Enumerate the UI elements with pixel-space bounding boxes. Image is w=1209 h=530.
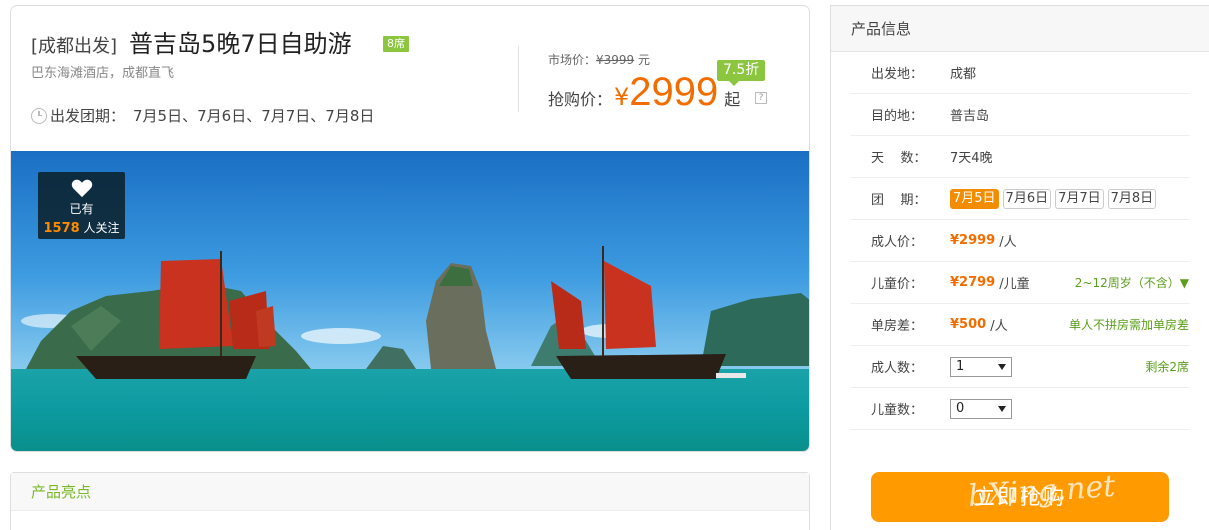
date-chip-0705[interactable]: 7月5日 — [950, 188, 999, 209]
divider — [518, 46, 519, 112]
follow-count: 1578 — [43, 221, 80, 236]
follow-line1: 已有 — [69, 202, 94, 216]
child-count-value: 0 — [956, 400, 965, 416]
days-value: 7天4晚 — [950, 151, 993, 166]
adult-price-label: 成人价： — [871, 235, 924, 250]
sale-price-amount: 2999 — [629, 70, 719, 114]
clock-icon — [31, 107, 47, 124]
date-chip-0706[interactable]: 7月6日 — [1002, 188, 1052, 209]
departure-dates: 出发团期： 7月5日、7月6日、7月7日、7月8日 — [31, 105, 374, 126]
product-card: [成都出发] 普吉岛5晚7日自助游 8席 巴东海滩酒店，成都直飞 出发团期： 7… — [10, 5, 810, 452]
help-icon[interactable]: ? — [755, 92, 767, 104]
follow-suffix: 人关注 — [83, 221, 120, 235]
row-origin: 出发地： 成都 — [850, 52, 1189, 94]
highlights-title: 产品亮点 — [11, 473, 809, 511]
seat-badge: 8席 — [383, 36, 409, 52]
date-chip-0708[interactable]: 7月8日 — [1107, 188, 1157, 209]
buy-now-button[interactable]: 立即抢购 — [871, 472, 1169, 522]
single-room-value: ¥500 — [950, 317, 987, 332]
row-destination: 目的地： 普吉岛 — [850, 94, 1189, 136]
adult-price-unit: /人 — [999, 235, 1017, 250]
row-group-dates: 团 期： 7月5日 7月6日 7月7日 7月8日 — [850, 178, 1189, 220]
title-row: [成都出发] 普吉岛5晚7日自助游 — [31, 24, 352, 59]
origin-label: 出发地： — [871, 67, 924, 82]
row-adult-count: 成人数： 1 剩余2席 — [850, 346, 1189, 388]
sale-price-label: 抢购价： — [548, 90, 613, 109]
adult-count-value: 1 — [956, 358, 965, 374]
row-adult-price: 成人价： ¥2999 /人 — [850, 220, 1189, 262]
market-price: 市场价：¥3999 元 — [548, 51, 650, 68]
highlights-card: 产品亮点 — [10, 472, 810, 530]
row-child-price: 儿童价： ¥2799 /儿童 2~12周岁（不含）▼ — [850, 262, 1189, 304]
remaining-seats: 剩余2席 — [1145, 360, 1189, 374]
row-child-count: 儿童数： 0 — [850, 388, 1189, 430]
sale-price-suffix: 起 — [724, 90, 741, 109]
chevron-down-icon — [998, 405, 1006, 412]
dates-value: 7月5日、7月6日、7月7日、7月8日 — [133, 107, 375, 125]
chevron-down-icon — [998, 363, 1006, 370]
market-price-unit: 元 — [638, 53, 651, 67]
currency-symbol: ¥ — [614, 83, 630, 111]
days-label: 天 数： — [871, 151, 927, 166]
single-room-note: 单人不拼房需加单房差 — [1068, 318, 1189, 332]
group-label: 团 期： — [871, 193, 927, 208]
product-info-rows: 出发地： 成都 目的地： 普吉岛 天 数： 7天4晚 团 期： 7月5日 7月6… — [850, 52, 1189, 430]
product-info-title: 产品信息 — [831, 6, 1209, 52]
adult-count-wrap: 1 — [950, 356, 1012, 377]
product-title: 普吉岛5晚7日自助游 — [129, 30, 352, 58]
adult-price-value: ¥2999 — [950, 233, 996, 248]
single-room-label: 单房差： — [871, 319, 924, 334]
origin-tag: [成都出发] — [31, 36, 118, 57]
heart-icon — [71, 179, 92, 198]
dates-label: 出发团期： — [50, 107, 126, 125]
follow-line2: 1578 人关注 — [38, 219, 125, 236]
child-price: ¥2799 /儿童 — [950, 273, 1030, 292]
child-count-wrap: 0 — [950, 398, 1012, 419]
child-age-dropdown[interactable]: 2~12周岁（不含）▼ — [1075, 274, 1189, 291]
follow-badge[interactable]: 已有 1578 人关注 — [38, 172, 125, 239]
hero-image: 已有 1578 人关注 — [11, 151, 809, 451]
adult-count-select[interactable]: 1 — [950, 356, 1012, 377]
market-price-value: ¥3999 — [596, 53, 635, 67]
child-price-value: ¥2799 — [950, 275, 996, 290]
destination-label: 目的地： — [871, 109, 924, 124]
child-price-unit: /儿童 — [999, 277, 1030, 292]
row-days: 天 数： 7天4晚 — [850, 136, 1189, 178]
group-date-chips: 7月5日 7月6日 7月7日 7月8日 — [950, 188, 1160, 209]
row-single-room: 单房差： ¥500 /人 单人不拼房需加单房差 — [850, 304, 1189, 346]
single-room-price: ¥500 /人 — [950, 315, 1008, 334]
child-price-label: 儿童价： — [871, 277, 924, 292]
adult-price: ¥2999 /人 — [950, 231, 1017, 250]
adult-count-label: 成人数： — [871, 361, 924, 376]
sale-price: 抢购价： ¥ 2999 起 — [548, 70, 740, 115]
destination-value: 普吉岛 — [950, 109, 990, 124]
product-info-panel: 产品信息 出发地： 成都 目的地： 普吉岛 天 数： 7天4晚 团 期： 7月5… — [830, 5, 1209, 530]
single-room-unit: /人 — [990, 319, 1008, 334]
product-subtitle: 巴东海滩酒店，成都直飞 — [31, 66, 175, 81]
date-chip-0707[interactable]: 7月7日 — [1055, 188, 1104, 209]
phang-nga-bay-illustration — [11, 151, 809, 451]
child-count-label: 儿童数： — [871, 403, 924, 418]
market-price-label: 市场价： — [548, 53, 597, 67]
origin-value: 成都 — [950, 67, 977, 82]
child-count-select[interactable]: 0 — [950, 398, 1012, 419]
